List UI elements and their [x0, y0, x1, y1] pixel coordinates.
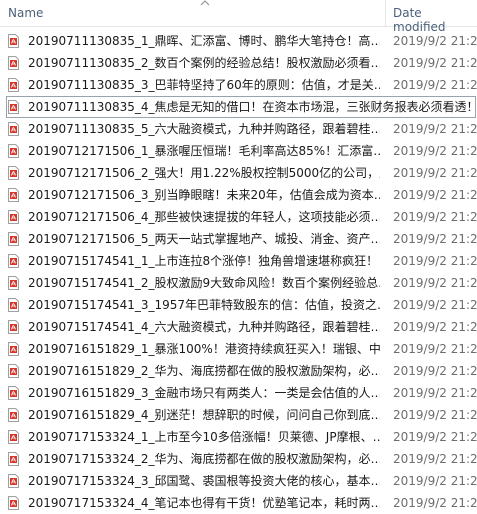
file-name: 20190716151829_2_华为、海底捞都在做的股权激励架构，必… [28, 364, 380, 378]
file-name: 20190715174541_2_股权激励9大致命风险！数百个案例经验总… [28, 276, 380, 290]
pdf-file-icon [8, 254, 19, 268]
file-date-modified: 2019/9/2 21:26 [393, 210, 477, 224]
pdf-file-icon [8, 122, 19, 136]
pdf-file-icon [8, 188, 19, 202]
file-date-modified: 2019/9/2 21:26 [393, 232, 477, 246]
file-date-modified: 2019/9/2 21:25 [393, 166, 477, 180]
file-date-modified: 2019/9/2 21:25 [393, 78, 477, 92]
file-row[interactable]: 20190712171506_3_别当睁眼瞎！未来20年，估值会成为资本… 201… [0, 184, 477, 206]
file-name: 20190716151829_3_金融市场只有两类人：一类是会估值的人… [28, 386, 380, 400]
file-name: 20190711130835_3_巴菲特坚持了60年的原则：估值，才是关… [28, 78, 380, 92]
file-row[interactable]: 20190716151829_1_暴涨100%！港资持续疯狂买入！瑞银、中… 20… [0, 338, 477, 360]
file-name: 20190712171506_2_强大！用1.22%股权控制5000亿的公司，股… [28, 166, 380, 180]
file-name: 20190711130835_1_鼎晖、汇添富、博时、鹏华大笔持仓！高… [28, 34, 380, 48]
pdf-file-icon [8, 298, 19, 312]
file-date-modified: 2019/9/2 21:26 [393, 320, 477, 334]
pdf-file-icon [8, 430, 19, 444]
pdf-file-icon [8, 320, 19, 334]
file-row[interactable]: 20190716151829_3_金融市场只有两类人：一类是会估值的人… 2019… [0, 382, 477, 404]
file-row[interactable]: 20190717153324_3_邱国鹭、裘国根等投资大佬的核心，基本… 2019… [0, 470, 477, 492]
pdf-file-icon [8, 452, 19, 466]
file-row[interactable]: 20190715174541_4_六大融资模式，九种并购路径，跟着碧桂… 2019… [0, 316, 477, 338]
pdf-file-icon [8, 166, 19, 180]
file-date-modified: 2019/9/2 21:26 [393, 254, 477, 268]
file-row[interactable]: 20190712171506_2_强大！用1.22%股权控制5000亿的公司，股… [0, 162, 477, 184]
pdf-file-icon [8, 276, 19, 290]
file-date-modified: 2019/9/2 21:27 [393, 386, 477, 400]
file-row[interactable]: 20190715174541_1_上市连拉8个涨停！独角兽增速堪称疯狂！ 2019… [0, 250, 477, 272]
file-date-modified: 2019/9/2 21:27 [393, 496, 477, 510]
file-row[interactable]: 20190712171506_5_两天一站式掌握地产、城投、消金、资产… 2019… [0, 228, 477, 250]
file-date-modified: 2019/9/2 21:27 [393, 430, 477, 444]
file-row[interactable]: 20190711130835_4_焦虑是无知的借口！在资本市场混，三张财务报表必… [0, 96, 477, 118]
pdf-file-icon [8, 342, 19, 356]
file-name: 20190711130835_2_数百个案例的经验总结！股权激励必须看… [28, 56, 380, 70]
file-name: 20190717153324_4_笔记本也得有干货！优塾笔记本，耗时两… [28, 496, 380, 510]
file-date-modified: 2019/9/2 21:25 [393, 34, 477, 48]
chevron-up-icon[interactable] [200, 0, 210, 6]
column-header: Name Date modified [0, 0, 477, 34]
file-name: 20190715174541_1_上市连拉8个涨停！独角兽增速堪称疯狂！ [28, 254, 379, 268]
file-date-modified: 2019/9/2 21:27 [393, 408, 477, 422]
file-row[interactable]: 20190711130835_2_数百个案例的经验总结！股权激励必须看… 2019… [0, 52, 477, 74]
file-row[interactable]: 20190712171506_4_那些被快速提拔的年轻人，这项技能必须… 2019… [0, 206, 477, 228]
file-name: 20190712171506_1_暴涨喔压恒瑞！毛利率高达85%！汇添富… [28, 144, 380, 158]
file-row[interactable]: 20190717153324_1_上市至今10多倍涨幅！贝莱德、JP摩根、… 20… [0, 426, 477, 448]
file-name: 20190716151829_1_暴涨100%！港资持续疯狂买入！瑞银、中… [28, 342, 380, 356]
file-list: 20190711130835_1_鼎晖、汇添富、博时、鹏华大笔持仓！高… 2019… [0, 30, 477, 514]
pdf-file-icon [8, 496, 19, 510]
pdf-file-icon [8, 474, 19, 488]
pdf-file-icon [8, 144, 19, 158]
name-column-header[interactable]: Name [8, 6, 43, 20]
file-date-modified: 2019/9/2 21:27 [393, 452, 477, 466]
pdf-file-icon [8, 56, 19, 70]
file-row[interactable]: 20190711130835_1_鼎晖、汇添富、博时、鹏华大笔持仓！高… 2019… [0, 30, 477, 52]
file-row[interactable]: 20190715174541_3_1957年巴菲特致股东的信：估值，投资之… 20… [0, 294, 477, 316]
file-row[interactable]: 20190716151829_4_别迷茫！想辞职的时候，问问自己你到底… 2019… [0, 404, 477, 426]
pdf-file-icon [8, 386, 19, 400]
file-name: 20190715174541_3_1957年巴菲特致股东的信：估值，投资之… [28, 298, 380, 312]
file-name: 20190717153324_1_上市至今10多倍涨幅！贝莱德、JP摩根、… [28, 430, 380, 444]
file-name: 20190712171506_4_那些被快速提拔的年轻人，这项技能必须… [28, 210, 380, 224]
pdf-file-icon [8, 364, 19, 378]
file-name: 20190712171506_3_别当睁眼瞎！未来20年，估值会成为资本… [28, 188, 380, 202]
file-date-modified: 2019/9/2 21:25 [393, 144, 477, 158]
file-name[interactable]: 20190711130835_4_焦虑是无知的借口！在资本市场混，三张财务报表必… [28, 100, 474, 114]
file-name: 20190715174541_4_六大融资模式，九种并购路径，跟着碧桂… [28, 320, 380, 334]
pdf-file-icon [8, 210, 19, 224]
file-date-modified: 2019/9/2 21:26 [393, 298, 477, 312]
file-row[interactable]: 20190711130835_3_巴菲特坚持了60年的原则：估值，才是关… 201… [0, 74, 477, 96]
pdf-file-icon [8, 34, 19, 48]
pdf-file-icon [8, 408, 19, 422]
file-row[interactable]: 20190717153324_4_笔记本也得有干货！优塾笔记本，耗时两… 2019… [0, 492, 477, 514]
pdf-file-icon [8, 100, 19, 114]
file-name: 20190711130835_5_六大融资模式，九种并购路径，跟着碧桂… [28, 122, 380, 136]
column-separator[interactable] [385, 0, 386, 26]
pdf-file-icon [8, 78, 19, 92]
file-name: 20190716151829_4_别迷茫！想辞职的时候，问问自己你到底… [28, 408, 380, 422]
file-row[interactable]: 20190716151829_2_华为、海底捞都在做的股权激励架构，必… 2019… [0, 360, 477, 382]
file-row[interactable]: 20190712171506_1_暴涨喔压恒瑞！毛利率高达85%！汇添富… 201… [0, 140, 477, 162]
file-name: 20190717153324_2_华为、海底捞都在做的股权激励架构，必… [28, 452, 380, 466]
file-date-modified: 2019/9/2 21:27 [393, 474, 477, 488]
file-date-modified: 2019/9/2 21:27 [393, 364, 477, 378]
file-date-modified: 2019/9/2 21:25 [393, 56, 477, 70]
pdf-file-icon [8, 232, 19, 246]
file-date-modified: 2019/9/2 21:26 [393, 342, 477, 356]
file-row[interactable]: 20190711130835_5_六大融资模式，九种并购路径，跟着碧桂… 2019… [0, 118, 477, 140]
file-row[interactable]: 20190717153324_2_华为、海底捞都在做的股权激励架构，必… 2019… [0, 448, 477, 470]
file-date-modified: 2019/9/2 21:25 [393, 122, 477, 136]
file-date-modified: 2019/9/2 21:26 [393, 276, 477, 290]
file-date-modified: 2019/9/2 21:26 [393, 188, 477, 202]
file-row[interactable]: 20190715174541_2_股权激励9大致命风险！数百个案例经验总… 201… [0, 272, 477, 294]
file-name: 20190712171506_5_两天一站式掌握地产、城投、消金、资产… [28, 232, 380, 246]
file-name: 20190717153324_3_邱国鹭、裘国根等投资大佬的核心，基本… [28, 474, 380, 488]
